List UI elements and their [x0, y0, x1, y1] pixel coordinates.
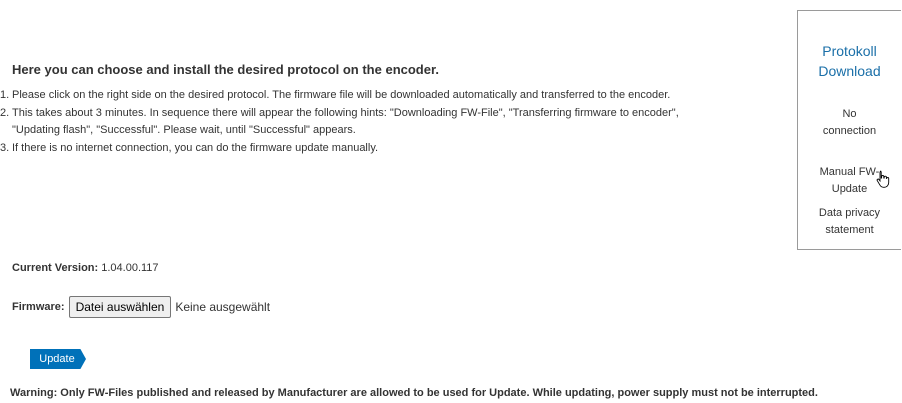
step-text: This takes about 3 minutes. In sequence …	[12, 106, 679, 119]
step-number: 3.	[0, 141, 10, 154]
version-value: 1.04.00.117	[101, 262, 159, 274]
panel-title-text: Protokoll Download	[818, 43, 881, 79]
update-button[interactable]: Update	[30, 349, 86, 369]
hand-cursor-icon	[876, 170, 890, 188]
firmware-update-page: Here you can choose and install the desi…	[0, 0, 902, 403]
list-item: 2. This takes about 3 minutes. In sequen…	[0, 105, 780, 140]
step-text-continued: "Updating flash", "Successful". Please w…	[12, 124, 356, 136]
step-number: 1.	[0, 89, 10, 101]
protocol-download-panel: Protokoll Download No connection Manual …	[797, 10, 901, 250]
page-heading: Here you can choose and install the desi…	[12, 62, 439, 77]
connection-status-text: No connection	[822, 108, 877, 137]
list-item: 1. Please click on the right side on the…	[0, 87, 780, 105]
current-version: Current Version: 1.04.00.117	[12, 262, 159, 274]
panel-title: Protokoll Download	[798, 41, 901, 81]
firmware-label: Firmware:	[12, 301, 65, 313]
connection-status: No connection	[798, 106, 901, 140]
choose-file-button[interactable]: Datei auswählen	[68, 296, 172, 318]
data-privacy-text: Data privacy statement	[818, 207, 881, 236]
step-text: Please click on the right side on the de…	[12, 89, 671, 101]
step-number: 2.	[0, 106, 10, 119]
version-label: Current Version:	[12, 262, 99, 274]
file-status: Keine ausgewählt	[175, 300, 271, 314]
data-privacy-link[interactable]: Data privacy statement	[798, 205, 901, 239]
list-item: 3. If there is no internet connection, y…	[0, 140, 780, 158]
warning-text: Warning: Only FW-Files published and rel…	[10, 387, 818, 399]
instruction-list: 1. Please click on the right side on the…	[0, 87, 780, 157]
step-text: If there is no internet connection, you …	[12, 141, 379, 154]
firmware-row: Firmware: Datei auswählen Keine ausgewäh…	[12, 296, 270, 318]
